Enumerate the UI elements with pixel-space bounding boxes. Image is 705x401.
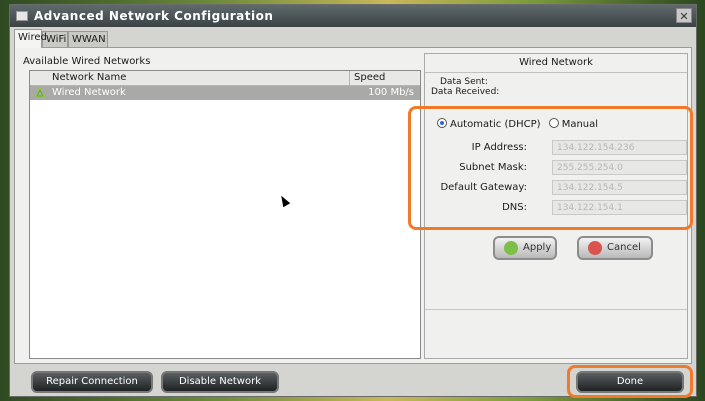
repair-connection-button[interactable]: Repair Connection <box>31 371 153 393</box>
static-ip-highlight <box>408 106 693 230</box>
list-header: Network Name Speed <box>30 71 420 86</box>
cancel-label: Cancel <box>607 242 641 253</box>
column-divider[interactable] <box>349 71 350 85</box>
networks-list[interactable]: Network Name Speed Wired Network 100 Mb/… <box>29 70 421 359</box>
cancel-icon <box>588 241 602 255</box>
mouse-cursor-icon <box>277 193 291 208</box>
column-header-name[interactable]: Network Name <box>52 72 126 83</box>
bottom-bar: Repair Connection Disable Network Done <box>10 365 696 398</box>
cancel-button[interactable]: Cancel <box>577 236 653 260</box>
disable-network-button[interactable]: Disable Network <box>161 371 279 393</box>
window-icon <box>16 11 28 21</box>
check-icon <box>504 241 518 255</box>
network-config-window: Advanced Network Configuration ✕ Wired W… <box>9 4 697 398</box>
apply-label: Apply <box>523 242 552 253</box>
apply-button[interactable]: Apply <box>493 236 557 260</box>
tab-wired[interactable]: Wired <box>14 29 47 48</box>
networks-panel: Available Wired Networks Network Name Sp… <box>21 56 421 359</box>
network-icon <box>35 88 45 98</box>
network-speed: 100 Mb/s <box>368 87 414 98</box>
network-name: Wired Network <box>52 87 126 98</box>
list-item[interactable]: Wired Network 100 Mb/s <box>30 86 420 100</box>
data-sent-label: Data Sent: <box>440 77 488 87</box>
panel-divider <box>425 309 687 310</box>
tab-wwan[interactable]: WWAN <box>68 31 108 47</box>
panel-header: Wired Network <box>425 54 687 73</box>
data-received-label: Data Received: <box>431 87 500 97</box>
column-header-speed[interactable]: Speed <box>354 72 385 83</box>
done-button[interactable]: Done <box>576 371 684 393</box>
close-icon[interactable]: ✕ <box>676 8 692 23</box>
traffic-stats: Data Sent: Data Received: <box>431 77 499 97</box>
title-bar: Advanced Network Configuration ✕ <box>10 5 696 27</box>
available-networks-label: Available Wired Networks <box>23 56 151 67</box>
window-title: Advanced Network Configuration <box>34 9 274 23</box>
